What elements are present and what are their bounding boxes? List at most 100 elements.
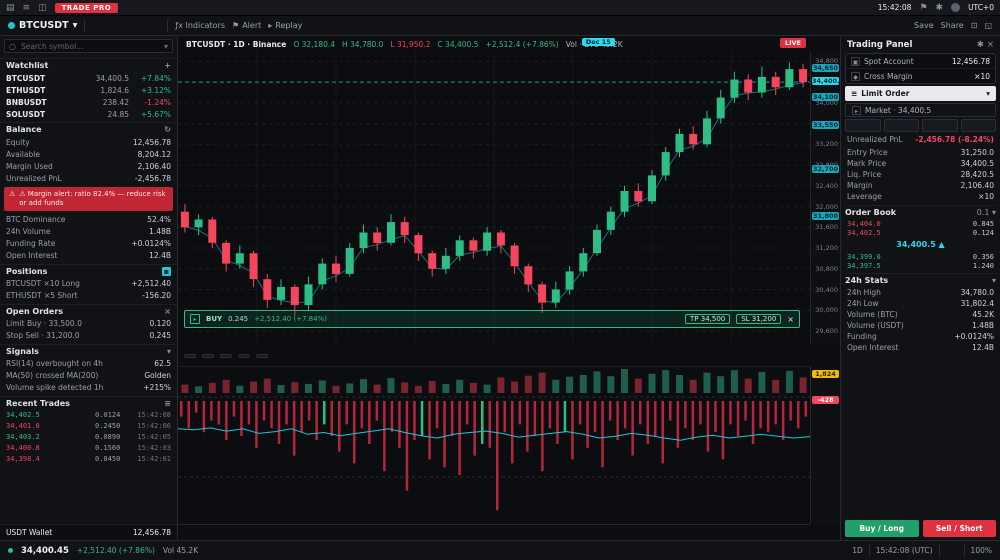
signal-row[interactable]: MA(50) crossed MA(200) Golden (0, 370, 177, 382)
trade-row[interactable]: 34,398.4 0.0450 15:42:01 (0, 454, 177, 465)
watchlist-row[interactable]: SOLUSDT 24.85 +5.67% (0, 108, 177, 120)
position-row[interactable]: ETHUSDT ×5 Short -156.20 (0, 290, 177, 302)
indicator-chip[interactable] (184, 354, 196, 358)
indicator-axis[interactable]: 1,824 -428 (810, 366, 840, 524)
trade-row[interactable]: 34,401.0 0.2450 15:42:06 (0, 421, 177, 432)
market-row[interactable]: Funding Rate +0.0124% (0, 238, 177, 250)
symbol-search[interactable]: ○ ▾ (4, 39, 173, 53)
ask-row[interactable]: 34,402.5 0.124 (845, 228, 996, 237)
brand-badge[interactable]: TRADE PRO (55, 3, 119, 13)
positions-icon[interactable]: ▪ (162, 267, 171, 276)
book-step-select[interactable]: 0.1 ▾ (977, 208, 996, 217)
balance-row[interactable]: Equity 12,456.78 (0, 136, 177, 148)
layout-icon[interactable]: ◫ (38, 0, 47, 16)
market-row[interactable]: Open Interest 12.4B (0, 250, 177, 262)
price-alert-badge[interactable]: 32,700 (812, 165, 839, 173)
buy-button[interactable]: Buy / Long (845, 520, 919, 537)
watchlist-row[interactable]: ETHUSDT 1,824.6 +3.12% (0, 84, 177, 96)
indicator-chip[interactable] (238, 354, 250, 358)
signal-row[interactable]: Volume spike detected 1h +215% (0, 382, 177, 394)
menu-icon[interactable]: ≡ (23, 0, 31, 16)
panel-settings-icon[interactable]: ✱ (977, 40, 984, 50)
timeframe-button[interactable] (132, 25, 140, 27)
order-type-selected[interactable]: ≡ Limit Order ▾ (845, 86, 996, 101)
indicators-button[interactable]: ƒx Indicators (175, 21, 225, 30)
market-row[interactable]: 24h Volume 1.48B (0, 226, 177, 238)
price-axis[interactable]: 34,80034,40034,00033,60033,20032,80032,4… (810, 52, 840, 344)
live-badge[interactable]: LIVE (780, 38, 806, 48)
legend-symbol[interactable]: BTCUSDT · 1D · Binance (186, 40, 286, 49)
fullscreen-icon[interactable]: ◱ (984, 21, 992, 30)
market-row[interactable]: BTC Dominance 52.4% (0, 214, 177, 226)
quick-amount-button[interactable] (922, 119, 958, 132)
zoom-level[interactable]: 100% (971, 546, 992, 555)
timeframe-button[interactable] (102, 25, 110, 27)
add-icon[interactable]: + (164, 61, 171, 70)
play-icon[interactable]: ▸ (190, 314, 200, 324)
notification-icon[interactable]: ⚑ (919, 0, 927, 16)
take-profit-chip[interactable]: TP 34,500 (685, 314, 730, 324)
account-row-spot[interactable]: ▣ Spot Account 12,456.78 (846, 54, 995, 68)
order-type-market[interactable]: ▸ Market · 34,400.5 (845, 103, 996, 117)
signal-row[interactable]: RSI(14) overbought on 4h 62.5 (0, 358, 177, 370)
avatar[interactable] (951, 3, 960, 12)
stats-more-icon[interactable]: ▾ (992, 276, 996, 285)
quick-amount-button[interactable] (845, 119, 881, 132)
spread-price[interactable]: 34,400.5 ▲ (845, 239, 996, 250)
panel-close-icon[interactable]: × (987, 40, 994, 50)
more-icon[interactable]: ▾ (167, 347, 171, 356)
filter-icon[interactable]: ≡ (164, 399, 171, 408)
indicator-chip[interactable] (256, 354, 268, 358)
order-row[interactable]: Stop Sell · 31,200.0 0.245 (0, 330, 177, 342)
price-alert-badge[interactable]: 31,800 (812, 212, 839, 220)
refresh-icon[interactable]: ↻ (164, 125, 171, 134)
search-input[interactable] (19, 41, 161, 52)
settings-icon[interactable]: ✱ (936, 0, 944, 16)
save-button[interactable]: Save (914, 21, 934, 30)
margin-alert-banner[interactable]: ⚠ ⚠ Margin alert: ratio 82.4% — reduce r… (4, 187, 173, 211)
cancel-all-icon[interactable]: × (164, 307, 171, 316)
timezone-label[interactable]: UTC+0 (968, 3, 994, 12)
watchlist-row[interactable]: BTCUSDT 34,400.5 +7.84% (0, 72, 177, 84)
trade-row[interactable]: 34,400.8 0.1560 15:42:03 (0, 443, 177, 454)
bid-row[interactable]: 34,399.0 0.356 (845, 252, 996, 261)
timeframe-button[interactable] (92, 25, 100, 27)
ask-row[interactable]: 34,404.0 0.845 (845, 219, 996, 228)
bid-row[interactable]: 34,397.5 1.240 (845, 261, 996, 270)
quick-amount-button[interactable] (961, 119, 997, 132)
close-position-icon[interactable]: × (787, 315, 794, 324)
timeframe-button[interactable] (142, 25, 150, 27)
timeframe-button[interactable] (122, 25, 130, 27)
grid-icon[interactable]: ▤ (6, 0, 15, 16)
candlestick-panel[interactable]: ▸ BUY 0.245 +2,512.40 (+7.84%) TP 34,500… (178, 52, 810, 344)
sell-button[interactable]: Sell / Short (923, 520, 997, 537)
price-alert-badge[interactable]: 34,650 (812, 64, 839, 72)
balance-row[interactable]: Unrealized PnL -2,456.78 (0, 172, 177, 184)
stop-loss-chip[interactable]: SL 31,200 (736, 314, 781, 324)
indicator-chip[interactable] (220, 354, 232, 358)
status-clock[interactable]: 15:42:08 (UTC) (876, 546, 933, 555)
alert-button[interactable]: ⚑ Alert (232, 21, 261, 30)
balance-row[interactable]: Margin Used 2,106.40 (0, 160, 177, 172)
balance-row[interactable]: Available 8,204.12 (0, 148, 177, 160)
trade-row[interactable]: 34,403.2 0.0890 15:42:05 (0, 432, 177, 443)
account-row-margin[interactable]: ◆ Cross Margin ×10 (846, 68, 995, 83)
position-bar[interactable]: ▸ BUY 0.245 +2,512.40 (+7.84%) TP 34,500… (184, 310, 800, 328)
share-button[interactable]: Share (941, 21, 964, 30)
trade-row[interactable]: 34,402.5 0.0124 15:42:08 (0, 410, 177, 421)
indicator-chip[interactable] (202, 354, 214, 358)
symbol-selector[interactable]: BTCUSDT ▾ (8, 20, 77, 31)
snapshot-icon[interactable]: ⊡ (971, 21, 978, 30)
timeframe-button[interactable] (112, 25, 120, 27)
watchlist-row[interactable]: BNBUSDT 238.42 -1.24% (0, 96, 177, 108)
replay-button[interactable]: ▸ Replay (268, 21, 302, 30)
quick-amount-button[interactable] (884, 119, 920, 132)
price-alert-badge[interactable]: 33,550 (812, 121, 839, 129)
timeframe-button[interactable] (152, 25, 160, 27)
time-axis[interactable] (178, 524, 810, 540)
price-alert-badge[interactable]: 34,100 (812, 93, 839, 101)
status-timeframe[interactable]: 1D (852, 546, 863, 555)
position-row[interactable]: BTCUSDT ×10 Long +2,512.40 (0, 278, 177, 290)
order-row[interactable]: Limit Buy · 33,500.0 0.120 (0, 318, 177, 330)
indicator-panel[interactable] (178, 366, 810, 524)
